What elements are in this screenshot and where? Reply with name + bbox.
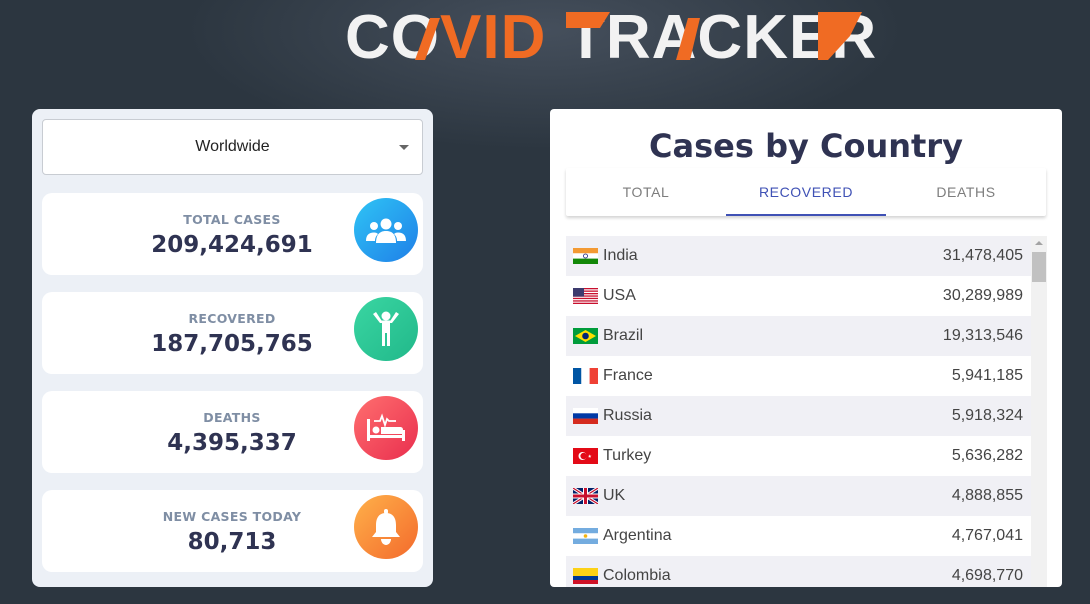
- people-icon: [354, 198, 418, 262]
- country-value: 31,478,405: [942, 247, 1023, 264]
- total-cases-card[interactable]: TOTAL CASES 209,424,691: [42, 193, 423, 275]
- country-table[interactable]: India 31,478,405 USA 30,289,989 Brazil 1…: [566, 236, 1047, 587]
- turkey-flag-icon: [573, 448, 598, 464]
- france-flag-icon: [573, 368, 598, 384]
- table-row: Turkey 5,636,282: [566, 436, 1031, 476]
- country-name: UK: [603, 487, 626, 504]
- table-row: France 5,941,185: [566, 356, 1031, 396]
- country-value: 5,941,185: [951, 367, 1023, 384]
- tab-deaths[interactable]: DEATHS: [886, 168, 1046, 216]
- uk-flag-icon: [573, 488, 598, 504]
- table-row: UK 4,888,855: [566, 476, 1031, 516]
- hospital-bed-icon: [354, 396, 418, 460]
- panel-title: Cases by Country: [649, 127, 963, 165]
- cases-by-country-panel: Cases by Country TOTAL RECOVERED DEATHS …: [550, 109, 1062, 587]
- table-row: Russia 5,918,324: [566, 396, 1031, 436]
- country-value: 4,767,041: [951, 527, 1023, 544]
- russia-flag-icon: [573, 408, 598, 424]
- country-name: Turkey: [603, 447, 652, 464]
- india-flag-icon: [573, 248, 598, 264]
- app-logo: CO VID TRACKER: [0, 0, 1090, 70]
- table-row: Colombia 4,698,770: [566, 556, 1031, 587]
- brazil-flag-icon: [573, 328, 598, 344]
- region-select-value: Worldwide: [195, 138, 270, 155]
- country-value: 19,313,546: [942, 327, 1023, 344]
- tab-total[interactable]: TOTAL: [566, 168, 726, 216]
- deaths-card[interactable]: DEATHS 4,395,337: [42, 391, 423, 473]
- table-row: India 31,478,405: [566, 236, 1031, 276]
- country-value: 30,289,989: [942, 287, 1023, 304]
- svg-text:VID: VID: [440, 3, 546, 70]
- usa-flag-icon: [573, 288, 598, 304]
- country-value: 5,636,282: [951, 447, 1023, 464]
- scrollbar-thumb[interactable]: [1032, 252, 1046, 282]
- covid-tracker-logo-icon: CO VID TRACKER: [345, 3, 876, 70]
- new-cases-today-card[interactable]: NEW CASES TODAY 80,713: [42, 490, 423, 572]
- stats-panel: Worldwide TOTAL CASES 209,424,691 RECOVE…: [32, 109, 433, 587]
- country-name: Russia: [603, 407, 652, 424]
- country-name: Brazil: [603, 327, 644, 344]
- bell-icon: [354, 495, 418, 559]
- country-name: Argentina: [603, 527, 672, 544]
- table-row: Brazil 19,313,546: [566, 316, 1031, 356]
- recovered-card[interactable]: RECOVERED 187,705,765: [42, 292, 423, 374]
- country-value: 5,918,324: [951, 407, 1023, 424]
- scroll-up-icon[interactable]: [1035, 241, 1043, 245]
- scrollbar[interactable]: [1031, 236, 1047, 587]
- country-name: USA: [603, 287, 636, 304]
- country-value: 4,888,855: [951, 487, 1023, 504]
- country-value: 4,698,770: [951, 567, 1023, 584]
- country-name: Colombia: [603, 567, 671, 584]
- tab-bar: TOTAL RECOVERED DEATHS: [566, 168, 1046, 216]
- region-select[interactable]: Worldwide: [42, 119, 423, 175]
- table-row: Argentina 4,767,041: [566, 516, 1031, 556]
- country-name: France: [603, 367, 653, 384]
- colombia-flag-icon: [573, 568, 598, 584]
- country-name: India: [603, 247, 638, 264]
- tab-recovered[interactable]: RECOVERED: [726, 168, 886, 216]
- table-row: USA 30,289,989: [566, 276, 1031, 316]
- argentina-flag-icon: [573, 528, 598, 544]
- dropdown-arrow-icon: [399, 145, 409, 150]
- person-arms-up-icon: [354, 297, 418, 361]
